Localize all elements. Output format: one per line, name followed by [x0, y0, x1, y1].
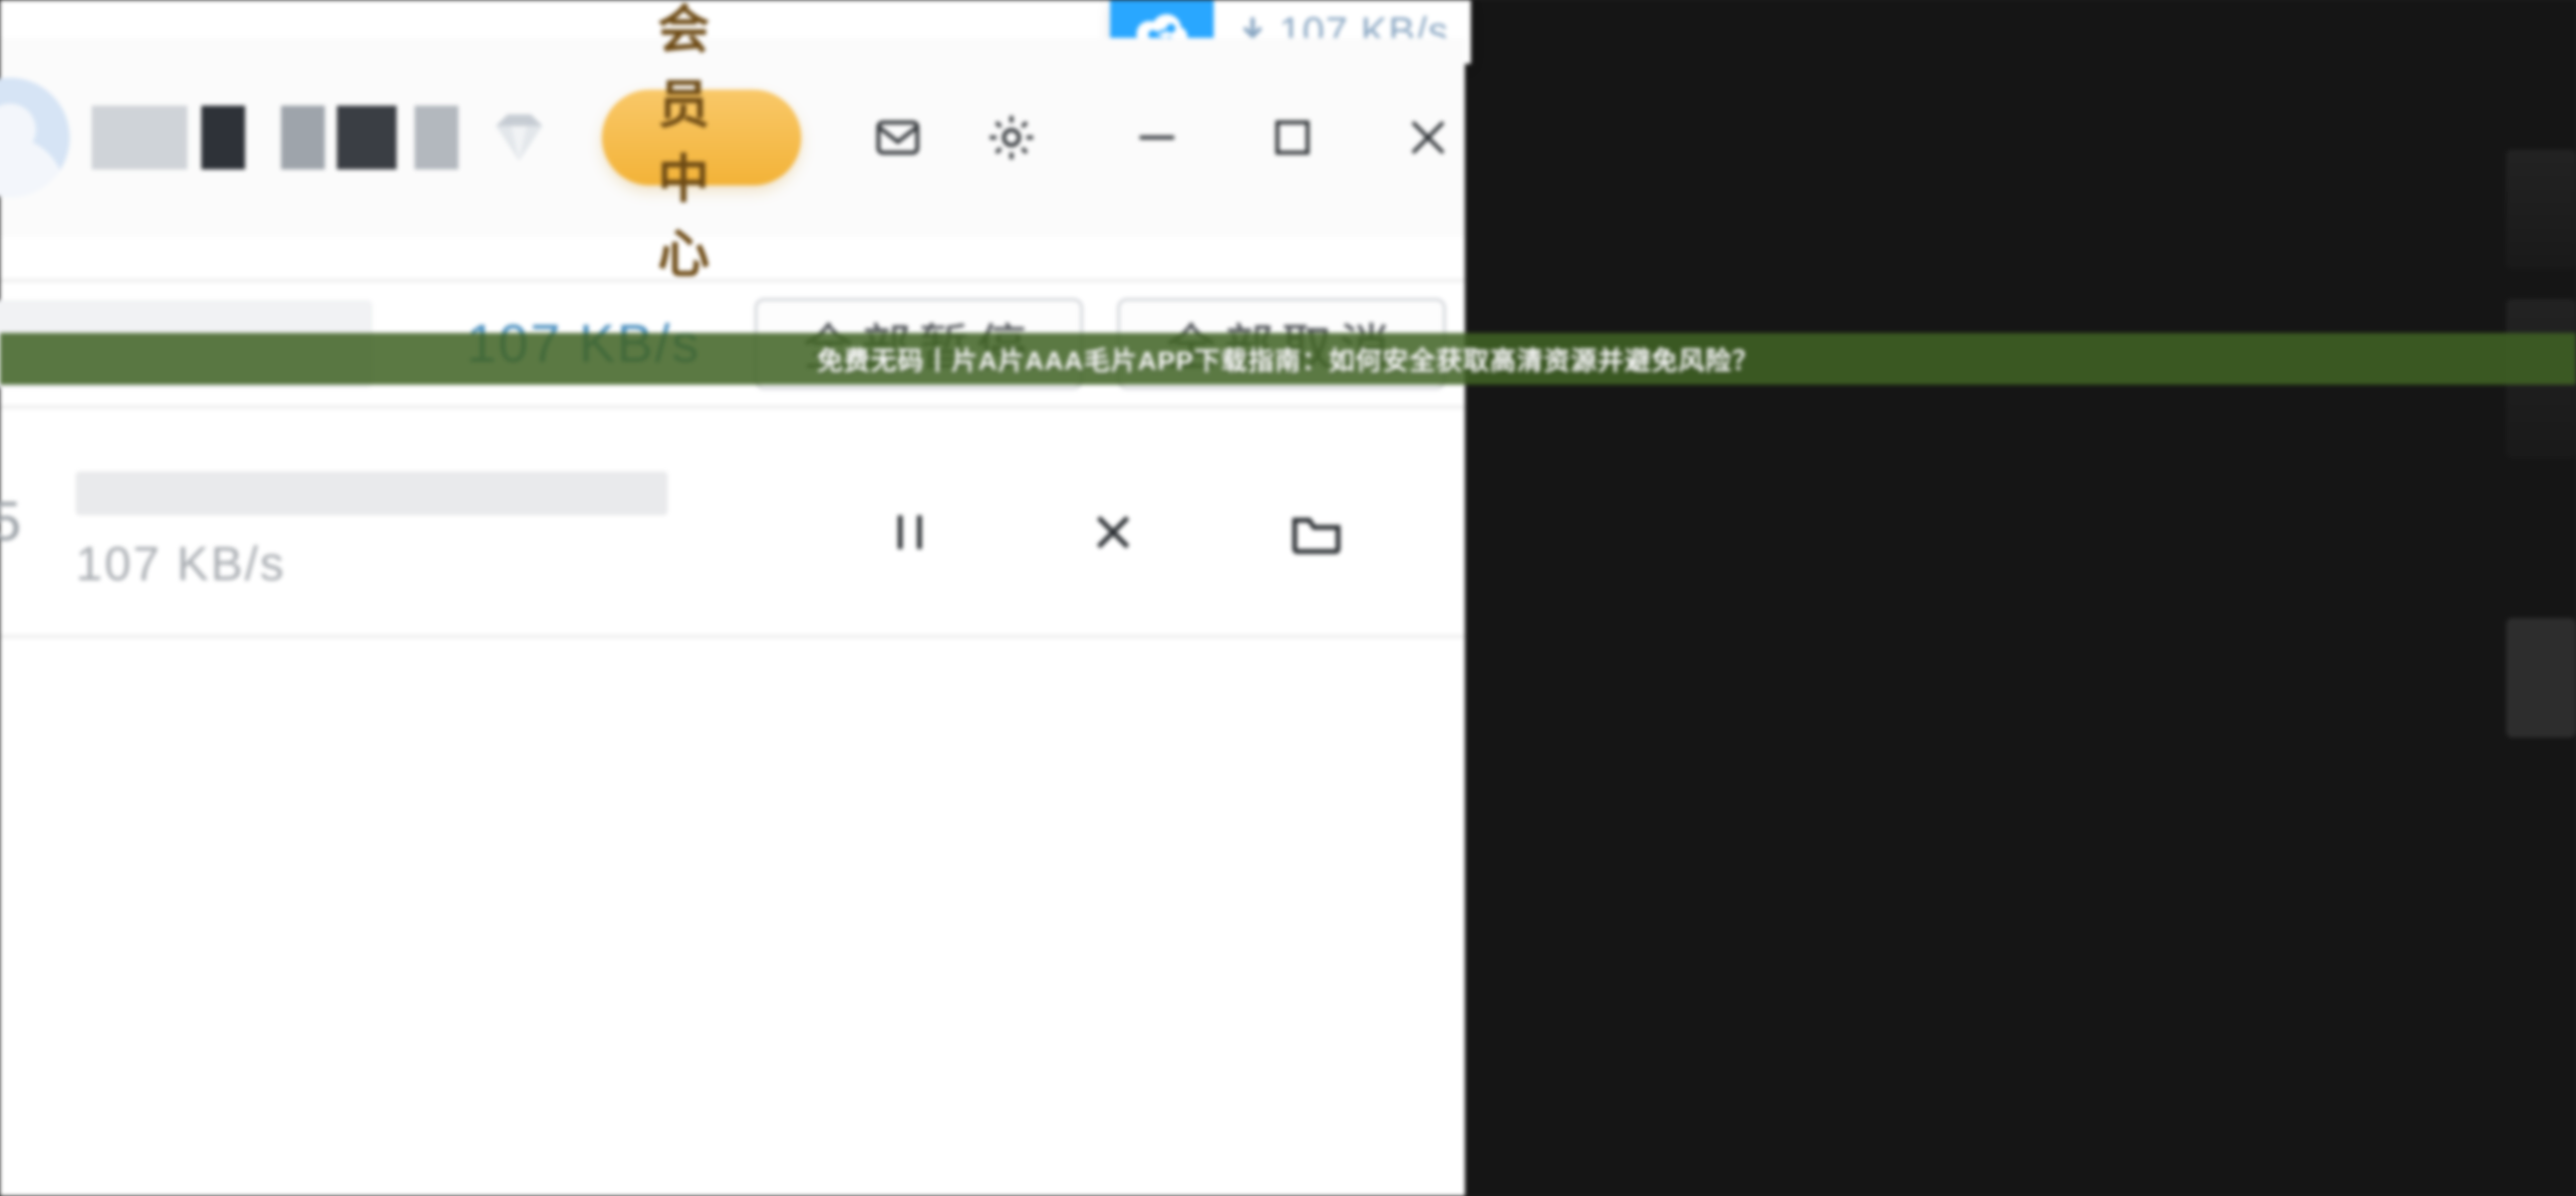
- filter-field[interactable]: [0, 300, 373, 388]
- cancel-all-label: 全部取消: [1166, 308, 1397, 380]
- envelope-icon[interactable]: [861, 101, 935, 174]
- folder-icon[interactable]: [1280, 495, 1353, 569]
- pause-all-label: 全部暂停: [803, 308, 1034, 380]
- diamond-icon[interactable]: [488, 103, 550, 172]
- artifact: [2506, 299, 2576, 458]
- artifact: [2506, 618, 2576, 738]
- toolbar-speed-text: 107 KB/s: [466, 313, 701, 375]
- close-icon[interactable]: [1391, 101, 1465, 174]
- minimize-icon[interactable]: [1120, 101, 1194, 174]
- avatar[interactable]: [0, 78, 70, 197]
- progress-wrap: 107 KB/s: [76, 471, 694, 592]
- gear-icon[interactable]: [975, 101, 1048, 174]
- username-obscured: [92, 102, 458, 173]
- maximize-icon[interactable]: [1256, 101, 1329, 174]
- member-center-button[interactable]: 会员中心: [602, 90, 801, 185]
- titlebar: 会员中心: [0, 38, 1465, 237]
- pause-icon[interactable]: [873, 495, 947, 569]
- row-index: 5: [0, 488, 18, 553]
- cancel-all-button[interactable]: 全部取消: [1117, 298, 1446, 390]
- member-center-label: 会员中心: [658, 0, 745, 287]
- desktop-dark-area: [1465, 0, 2576, 1196]
- row-speed-text: 107 KB/s: [76, 537, 694, 592]
- download-row: 5 107 KB/s: [0, 429, 1465, 638]
- pause-all-button[interactable]: 全部暂停: [754, 298, 1083, 390]
- progress-bar[interactable]: [76, 471, 668, 515]
- toolbar: 107 KB/s 全部暂停 全部取消: [0, 279, 1465, 409]
- artifact: [2506, 150, 2576, 269]
- app-window: 107 KB/s 会员中心: [0, 0, 1465, 1196]
- close-icon[interactable]: [1076, 495, 1150, 569]
